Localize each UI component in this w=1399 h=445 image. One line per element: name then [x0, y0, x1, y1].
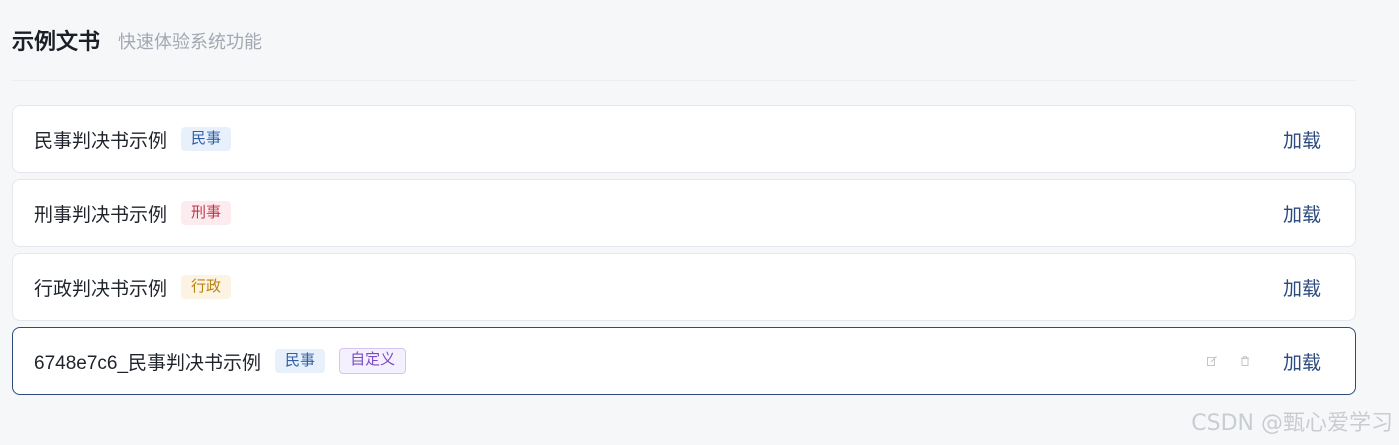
document-card-custom[interactable]: 6748e7c6_民事判决书示例 民事 自定义 加载 — [12, 327, 1356, 395]
document-list: 民事判决书示例 民事 加载 刑事判决书示例 刑事 加载 行政判决书示例 行政 加… — [12, 105, 1356, 395]
document-card-criminal[interactable]: 刑事判决书示例 刑事 加载 — [12, 179, 1356, 247]
section-subtitle: 快速体验系统功能 — [118, 32, 263, 52]
section-title: 示例文书 — [12, 29, 101, 54]
document-card-administrative[interactable]: 行政判决书示例 行政 加载 — [12, 253, 1356, 321]
custom-tag: 自定义 — [339, 348, 407, 374]
load-button[interactable]: 加载 — [1269, 348, 1335, 375]
type-tag-criminal: 刑事 — [181, 201, 232, 225]
load-button[interactable]: 加载 — [1269, 274, 1335, 301]
document-card-civil[interactable]: 民事判决书示例 民事 加载 — [12, 105, 1356, 173]
type-tag-civil: 民事 — [181, 127, 232, 151]
watermark: CSDN @甄心爱学习 — [1191, 411, 1393, 436]
document-name: 6748e7c6_民事判决书示例 — [34, 352, 262, 374]
document-name: 民事判决书示例 — [34, 130, 168, 152]
section-header: 示例文书 快速体验系统功能 — [12, 0, 1356, 81]
trash-icon-glyph — [1240, 356, 1249, 366]
document-name: 刑事判决书示例 — [34, 204, 168, 226]
load-button[interactable]: 加载 — [1269, 126, 1335, 153]
type-tag-administrative: 行政 — [181, 275, 232, 299]
load-button[interactable]: 加载 — [1269, 200, 1335, 227]
trash-icon[interactable] — [1236, 352, 1254, 370]
edit-icon[interactable] — [1203, 352, 1221, 370]
edit-icon-glyph — [1206, 356, 1217, 366]
type-tag-civil: 民事 — [275, 349, 326, 373]
document-name: 行政判决书示例 — [34, 278, 168, 300]
sample-documents-section: 示例文书 快速体验系统功能 民事判决书示例 民事 加载 刑事判决书示例 刑事 加… — [12, 0, 1356, 401]
